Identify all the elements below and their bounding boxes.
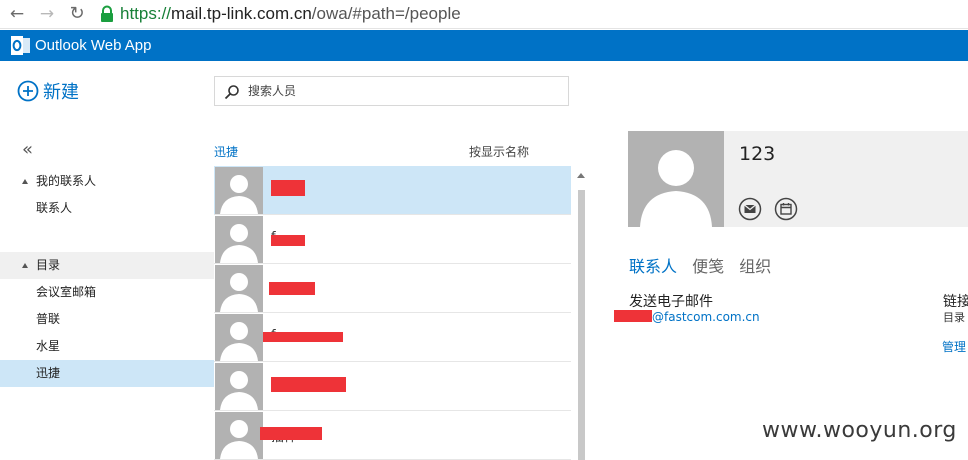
contact-row[interactable]: f [214,215,571,264]
send-email-label: 发送电子邮件 [629,294,713,310]
contact-display-name: 123 [739,143,776,165]
detail-tabs: 联系人 便笺 组织 [629,253,781,277]
contact-row[interactable] [214,362,571,411]
redaction-mark [271,377,346,392]
watermark: www.wooyun.org [762,418,957,443]
mail-icon[interactable] [738,197,762,221]
calendar-icon[interactable] [774,197,798,221]
nav-group-label: 目录 [36,258,61,272]
forward-arrow-icon[interactable]: → [36,3,58,25]
person-silhouette-icon [215,363,263,410]
person-silhouette-icon [215,167,263,214]
nav-item-contacts[interactable]: 联系人 [0,195,214,222]
scroll-thumb[interactable] [578,190,585,460]
tab-notes[interactable]: 便笺 [692,257,724,276]
nav-item-mercury[interactable]: 水星 [0,333,214,360]
contact-row[interactable] [214,264,571,313]
expand-triangle-icon [22,179,28,184]
links-section-label: 链接 [943,294,968,310]
person-silhouette-icon [628,131,724,227]
person-silhouette-icon [215,412,263,459]
contact-list: f f 插件 [214,166,572,460]
plus-circle-icon [17,80,39,102]
nav-group-directory[interactable]: 目录 [0,252,214,279]
url-field[interactable]: https://mail.tp-link.com.cn/owa/#path=/p… [120,3,461,25]
list-scrollbar[interactable] [573,166,590,460]
url-host: mail.tp-link.com.cn [171,4,312,23]
app-header: Outlook Web App [0,30,968,61]
tab-contact[interactable]: 联系人 [629,257,677,276]
url-scheme: https:// [120,4,172,23]
nav-group-my-contacts[interactable]: 我的联系人 [0,168,214,195]
scroll-up-icon[interactable] [577,173,585,178]
redaction-mark [271,180,305,196]
redaction-mark [263,332,343,342]
sort-by-display-name[interactable]: 按显示名称 [469,143,529,160]
person-silhouette-icon [215,265,263,312]
new-contact-button[interactable]: 新建 [17,78,79,104]
browser-address-bar: ← → ↻ https://mail.tp-link.com.cn/owa/#p… [0,0,968,29]
list-folder-title: 迅捷 [214,145,239,159]
redaction-mark [271,235,305,246]
contact-row[interactable] [214,166,571,215]
people-search[interactable] [214,76,569,106]
redaction-mark [260,427,322,440]
nav-item-fast[interactable]: 迅捷 [0,360,214,387]
nav-group-label: 我的联系人 [36,174,97,188]
collapse-pane-button[interactable]: « [22,140,33,160]
manage-link[interactable]: 管理 [942,338,966,355]
search-icon [224,85,239,100]
directory-label: 目录 [943,311,965,324]
person-silhouette-icon [215,314,263,361]
search-input[interactable] [248,81,548,101]
nav-item-meeting-rooms[interactable]: 会议室邮箱 [0,279,214,306]
expand-triangle-icon [22,263,28,268]
nav-item-tplink[interactable]: 普联 [0,306,214,333]
email-domain: @fastcom.com.cn [652,310,760,324]
url-path: /owa/#path=/people [311,4,461,23]
email-address-link[interactable]: @fastcom.com.cn [614,310,760,324]
outlook-logo-icon [11,36,30,55]
lock-icon [101,5,113,22]
contact-row[interactable]: 插件 [214,411,571,460]
back-arrow-icon[interactable]: ← [6,3,28,25]
redaction-mark [269,282,315,295]
reload-icon[interactable]: ↻ [66,3,88,25]
app-title[interactable]: Outlook Web App [35,36,151,55]
person-silhouette-icon [215,216,263,263]
tab-organization[interactable]: 组织 [739,257,771,276]
redaction-mark [614,310,652,322]
contact-row[interactable]: f [214,313,571,362]
new-button-label: 新建 [43,82,79,103]
